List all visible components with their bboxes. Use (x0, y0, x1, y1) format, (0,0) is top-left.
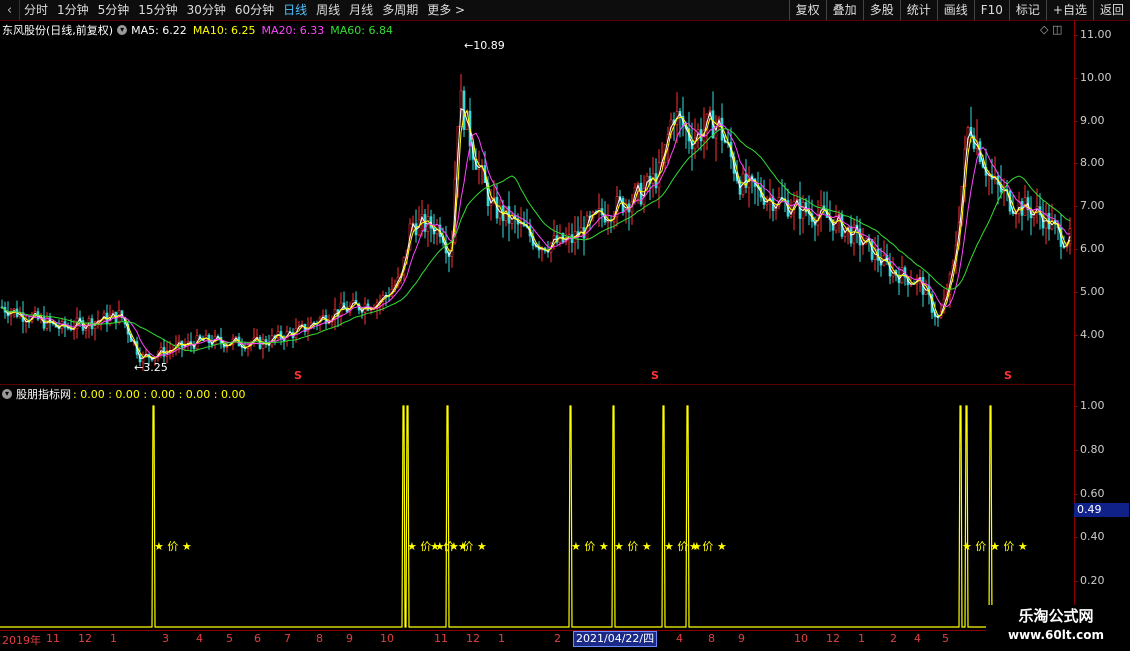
ma10-line (1, 109, 1071, 359)
date-label: 4 (914, 632, 921, 645)
price-tick-label: 6.00 (1080, 242, 1105, 255)
indicator-tick-mark (1074, 493, 1078, 495)
tab-daily[interactable]: 日线 (283, 0, 307, 20)
tab-more[interactable]: 更多 > (427, 0, 465, 20)
price-tick-label: 11.00 (1080, 28, 1112, 41)
overlay-button[interactable]: 叠加 (825, 0, 863, 20)
tab-60min[interactable]: 60分钟 (235, 0, 274, 20)
date-label: 2019年 (2, 634, 41, 647)
indicator-tick-mark (1074, 406, 1078, 407)
high-price-marker: ←10.89 (464, 39, 505, 52)
tab-intraday[interactable]: 分时 (24, 0, 48, 20)
price-tick-label: 4.00 (1080, 327, 1105, 341)
date-label: 12 (466, 632, 480, 645)
signal-label: ★ 价 ★ (154, 540, 192, 553)
date-label: 5 (226, 632, 233, 645)
crosshair-date: 2021/04/22/四 (573, 631, 658, 647)
low-price-marker: ←3.25 (134, 361, 168, 374)
mark-button[interactable]: 标记 (1008, 0, 1046, 20)
indicator-tick-mark (1074, 537, 1078, 539)
date-label: 5 (942, 632, 949, 645)
back-nav-icon[interactable]: ‹ (0, 0, 20, 20)
date-label: 6 (254, 632, 261, 645)
watermark-title: 乐淘公式网 (1018, 607, 1094, 625)
date-label: 1 (858, 632, 865, 645)
f10-button[interactable]: F10 (973, 0, 1009, 20)
indicator-tick-label: 0.60 (1080, 486, 1105, 500)
s-marker: S (651, 369, 659, 382)
signal-label: ★ 价 ★ (571, 540, 609, 553)
date-label: 11 (46, 632, 60, 645)
statistics-button[interactable]: 统计 (899, 0, 937, 20)
price-tick-mark (1074, 249, 1078, 250)
signal-label: ★ 价 ★ (449, 540, 487, 553)
price-tick-label: 8.00 (1080, 156, 1105, 170)
price-tick-mark (1074, 35, 1078, 36)
current-indicator-value: 0.49 (1074, 503, 1129, 517)
indicator-tick-label: 1.00 (1080, 399, 1105, 412)
date-label: 10 (380, 632, 394, 645)
site-watermark: 乐淘公式网 www.60lt.com (986, 605, 1126, 649)
date-label: 12 (78, 632, 92, 645)
return-button[interactable]: 返回 (1092, 0, 1130, 20)
price-tick-label: 5.00 (1080, 284, 1105, 298)
indicator-series (0, 405, 1074, 628)
date-label: 2 (890, 632, 897, 645)
tab-weekly[interactable]: 周线 (316, 0, 340, 20)
date-label: 12 (826, 632, 840, 645)
signal-label: ★ 价 ★ (990, 540, 1028, 553)
date-label: 4 (196, 632, 203, 645)
indicator-tick-label: 0.20 (1080, 574, 1105, 588)
date-label: 9 (346, 632, 353, 645)
period-tabs: 分时 1分钟 5分钟 15分钟 30分钟 60分钟 日线 周线 月线 多周期 更… (24, 0, 474, 20)
multi-stock-button[interactable]: 多股 (862, 0, 900, 20)
ma20-line (1, 122, 1071, 358)
date-label: 11 (434, 632, 448, 645)
tab-monthly[interactable]: 月线 (349, 0, 373, 20)
price-tick-mark (1074, 163, 1078, 165)
date-label: 2 (554, 632, 561, 645)
date-label: 4 (676, 632, 683, 645)
toolbar-actions: 复权 叠加 多股 统计 画线 F10 标记 +自选 返回 (788, 0, 1130, 20)
price-tick-mark (1074, 206, 1078, 208)
date-label: 7 (284, 632, 291, 645)
indicator-tick-label: 0.80 (1080, 442, 1105, 456)
tab-30min[interactable]: 30分钟 (187, 0, 226, 20)
tab-15min[interactable]: 15分钟 (138, 0, 177, 20)
s-marker: S (1004, 369, 1012, 382)
indicator-spike-line (0, 405, 1074, 628)
ma60-line (1, 128, 1071, 352)
tab-multi-period[interactable]: 多周期 (382, 0, 418, 20)
adjust-button[interactable]: 复权 (788, 0, 826, 20)
price-tick-label: 9.00 (1080, 113, 1105, 127)
price-tick-mark (1074, 334, 1078, 336)
date-label: 10 (794, 632, 808, 645)
price-tick-mark (1074, 291, 1078, 293)
date-label: 3 (162, 632, 169, 645)
price-tick-label: 7.00 (1080, 199, 1105, 213)
period-toolbar: ‹ 分时 1分钟 5分钟 15分钟 30分钟 60分钟 日线 周线 月线 多周期… (0, 0, 1130, 21)
indicator-tick-mark (1074, 581, 1078, 583)
date-label: 9 (738, 632, 745, 645)
draw-line-button[interactable]: 画线 (936, 0, 974, 20)
price-tick-label: 10.00 (1080, 70, 1112, 84)
date-label: 1 (110, 632, 117, 645)
date-label: 1 (498, 632, 505, 645)
price-tick-mark (1074, 120, 1078, 122)
date-label: 8 (708, 632, 715, 645)
tab-1min[interactable]: 1分钟 (57, 0, 89, 20)
tab-5min[interactable]: 5分钟 (98, 0, 130, 20)
candlestick-series (0, 73, 1072, 371)
add-watchlist-button[interactable]: +自选 (1045, 0, 1093, 20)
date-label: 8 (316, 632, 323, 645)
ma5-line (1, 108, 1071, 360)
s-marker: S (294, 369, 302, 382)
indicator-tick-label: 0.40 (1080, 530, 1105, 544)
watermark-url: www.60lt.com (1007, 628, 1105, 642)
indicator-tick-mark (1074, 449, 1078, 451)
signal-label: ★ 价 ★ (614, 540, 652, 553)
signal-label: ★ 价 ★ (689, 540, 727, 553)
price-tick-mark (1074, 77, 1078, 79)
